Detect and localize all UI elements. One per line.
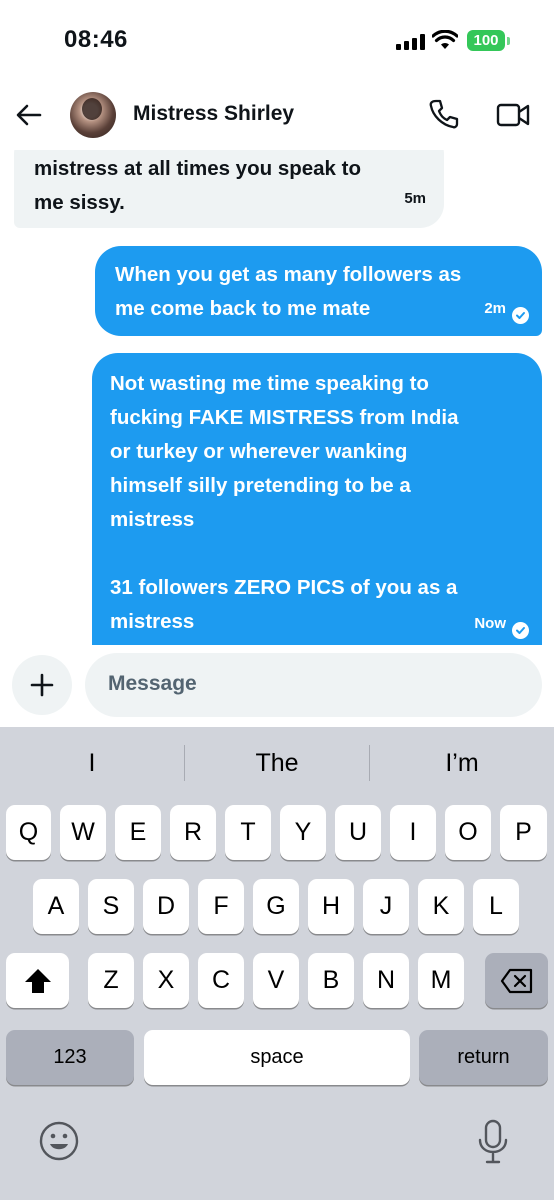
dictation-button[interactable] [476,1119,510,1170]
plus-icon [30,673,54,697]
suggestion-2[interactable]: The [202,749,352,778]
avatar[interactable] [70,92,116,138]
key-a[interactable]: A [33,879,79,934]
back-button[interactable] [14,100,44,130]
key-j[interactable]: J [363,879,409,934]
contact-name[interactable]: Mistress Shirley [133,102,294,126]
message-text: When you get as many followers as me com… [115,263,462,320]
microphone-icon [478,1119,508,1164]
key-z[interactable]: Z [88,953,134,1008]
check-circle-icon [512,307,529,324]
message-input-placeholder: Message [108,672,197,695]
message-timestamp: 5m [404,190,426,207]
backspace-icon [500,968,532,994]
conversation-header: Mistress Shirley [0,80,554,150]
composer: Message [0,645,554,727]
message-bubble-outgoing[interactable]: Not wasting me time speaking to fucking … [92,353,542,645]
wifi-icon [431,29,459,50]
key-i[interactable]: I [390,805,436,860]
phone-icon [429,99,459,129]
key-h[interactable]: H [308,879,354,934]
video-call-button[interactable] [496,100,530,130]
key-q[interactable]: Q [6,805,51,860]
shift-icon [24,969,51,993]
message-text: Not wasting me time speaking to fucking … [110,372,459,633]
status-bar: 08:46 100 [0,0,554,80]
message-bubble-outgoing[interactable]: When you get as many followers as me com… [95,246,542,336]
suggestion-divider [369,745,370,781]
space-key[interactable]: space [144,1030,410,1085]
key-t[interactable]: T [225,805,271,860]
message-timestamp: 2m [484,300,506,317]
cellular-signal-icon [396,34,426,50]
message-bubble-incoming[interactable]: mistress at all times you speak to me si… [14,150,444,228]
message-text: mistress at all times you speak to me si… [34,157,361,214]
suggestion-1[interactable]: I [17,749,167,778]
key-y[interactable]: Y [280,805,326,860]
key-m[interactable]: M [418,953,464,1008]
key-o[interactable]: O [445,805,491,860]
numbers-key[interactable]: 123 [6,1030,134,1085]
key-f[interactable]: F [198,879,244,934]
return-key[interactable]: return [419,1030,548,1085]
key-g[interactable]: G [253,879,299,934]
key-k[interactable]: K [418,879,464,934]
shift-key[interactable] [6,953,69,1008]
emoji-button[interactable] [37,1119,81,1168]
check-circle-icon [512,622,529,639]
key-n[interactable]: N [363,953,409,1008]
key-u[interactable]: U [335,805,381,860]
key-v[interactable]: V [253,953,299,1008]
status-time: 08:46 [64,26,128,53]
key-e[interactable]: E [115,805,161,860]
delete-key[interactable] [485,953,548,1008]
battery-indicator: 100 [467,30,505,51]
key-d[interactable]: D [143,879,189,934]
call-button[interactable] [428,98,460,130]
key-c[interactable]: C [198,953,244,1008]
video-camera-icon [496,103,530,127]
key-l[interactable]: L [473,879,519,934]
key-b[interactable]: B [308,953,354,1008]
key-w[interactable]: W [60,805,106,860]
message-thread[interactable]: mistress at all times you speak to me si… [0,150,554,645]
arrow-left-icon [16,104,42,126]
suggestion-3[interactable]: I’m [387,749,537,778]
battery-tip [507,37,510,45]
add-attachment-button[interactable] [12,655,72,715]
suggestion-divider [184,745,185,781]
key-x[interactable]: X [143,953,189,1008]
key-s[interactable]: S [88,879,134,934]
emoji-icon [39,1121,79,1161]
key-r[interactable]: R [170,805,216,860]
message-timestamp: Now [474,615,506,632]
key-p[interactable]: P [500,805,547,860]
keyboard: I The I’m Q W E R T Y U I O P A S D F G … [0,727,554,1200]
